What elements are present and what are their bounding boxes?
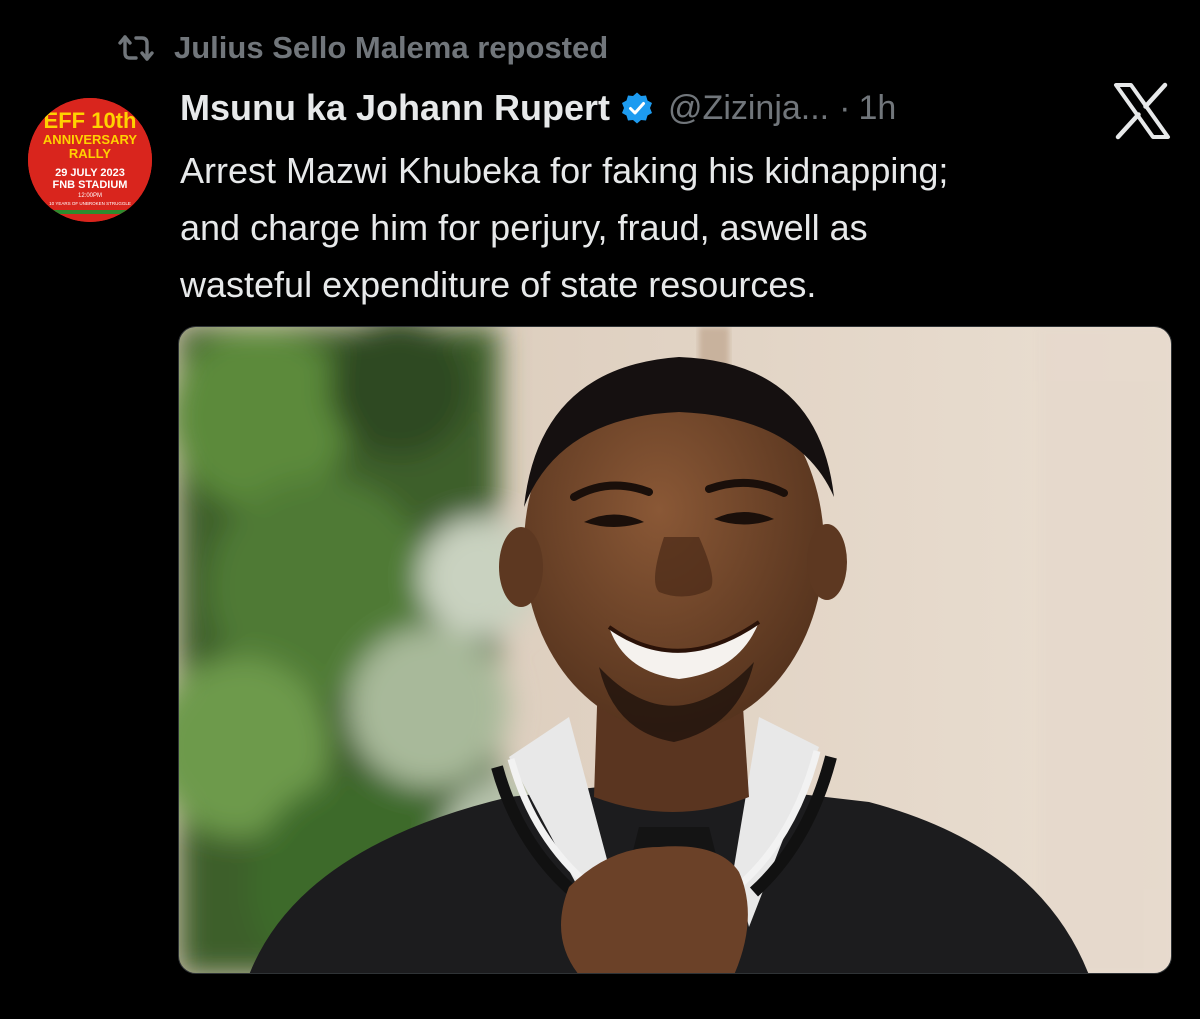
tweet-photo[interactable] <box>178 326 1172 974</box>
avatar-date: 29 JULY 2023 <box>55 167 125 179</box>
author-handle[interactable]: @Zizinja... <box>668 89 829 128</box>
repost-indicator[interactable]: Julius Sello Malema reposted <box>116 26 608 70</box>
avatar[interactable]: EFF 10th ANNIVERSARY RALLY 29 JULY 2023 … <box>28 98 152 222</box>
repost-icon <box>116 33 156 63</box>
tweet-header: Msunu ka Johann Rupert @Zizinja... · 1h <box>180 82 896 134</box>
avatar-rally: RALLY <box>69 146 111 161</box>
verified-badge-icon <box>620 91 654 125</box>
avatar-title: EFF 10th <box>44 108 137 133</box>
tweet-text-line: Arrest Mazwi Khubeka for faking his kidn… <box>180 150 949 191</box>
tweet-text-line: wasteful expenditure of state resources. <box>180 264 817 305</box>
x-logo-icon <box>1112 82 1172 140</box>
tweet-text-line: and charge him for perjury, fraud, aswel… <box>180 207 868 248</box>
author-display-name[interactable]: Msunu ka Johann Rupert <box>180 87 610 129</box>
avatar-tagline: 10 YEARS OF UNBROKEN STRUGGLE <box>49 201 131 206</box>
avatar-subtitle: ANNIVERSARY <box>43 132 137 147</box>
post-time[interactable]: 1h <box>858 89 896 128</box>
tweet-text: Arrest Mazwi Khubeka for faking his kidn… <box>180 142 1170 313</box>
header-separator: · <box>839 88 851 127</box>
avatar-venue: FNB STADIUM <box>53 179 128 191</box>
avatar-time: 12:00PM <box>78 193 102 199</box>
repost-text[interactable]: Julius Sello Malema reposted <box>174 30 608 66</box>
